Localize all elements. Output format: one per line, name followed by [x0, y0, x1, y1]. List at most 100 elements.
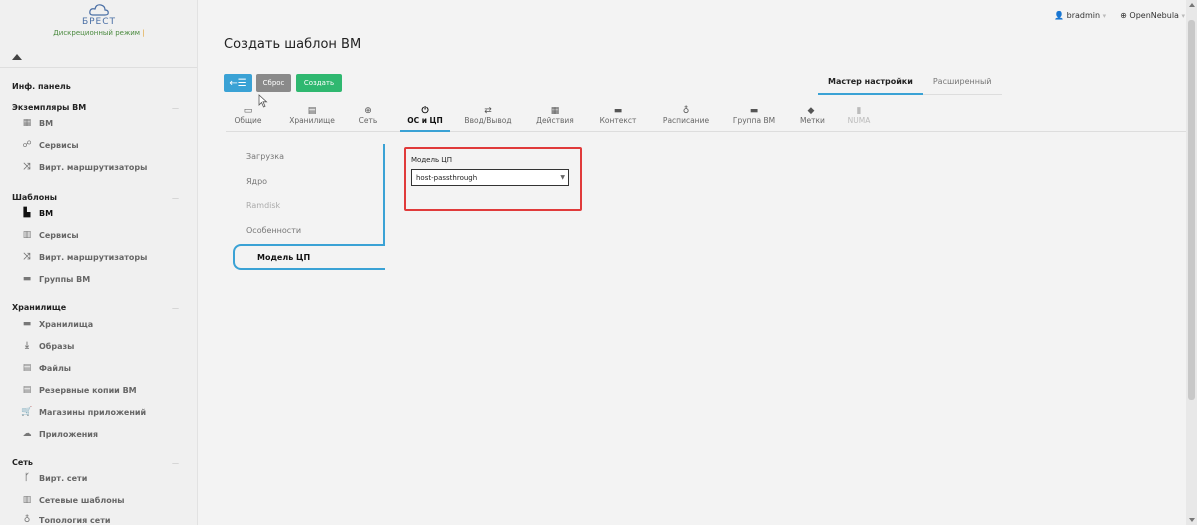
subnav-kernel[interactable]: Ядро: [246, 177, 267, 186]
folder-icon: ▬: [613, 106, 623, 116]
cpu-model-panel: Модель ЦП host-passthrough ▼: [404, 147, 582, 211]
tab-actions[interactable]: ▦ Действия: [534, 106, 576, 132]
chevron-icon[interactable]: —: [172, 104, 179, 112]
tab-tags[interactable]: ◆ Метки: [800, 106, 825, 132]
sidebar-item-vrouters[interactable]: ⤨ Вирт. маршрутизаторы: [21, 159, 147, 175]
chevron-icon[interactable]: —: [172, 459, 179, 467]
folder-icon: ▬: [22, 319, 32, 329]
create-button[interactable]: Создать: [296, 74, 342, 92]
archive-icon: ▤: [22, 385, 32, 395]
user-menu[interactable]: 👤 bradmin ▾: [1054, 11, 1106, 20]
template-tabs: ▭ Общие ▤ Хранилище ⊕ Сеть ⏻ ОС и ЦП ⇄ Ввод/В…: [226, 106, 1186, 132]
tab-storage[interactable]: ▤ Хранилище: [284, 106, 340, 132]
globe-icon: ⊕: [364, 106, 372, 116]
zone-menu[interactable]: ⊕ OpenNebula ▾: [1120, 11, 1185, 20]
sidebar-item-apps[interactable]: ☁ Приложения: [21, 426, 99, 442]
chevron-down-icon: ▼: [560, 174, 565, 181]
tab-general[interactable]: ▭ Общие: [230, 106, 266, 132]
section-templates[interactable]: Шаблоны: [12, 193, 57, 202]
tab-os-cpu[interactable]: ⏻ ОС и ЦП: [400, 106, 450, 132]
sidebar-item-topology[interactable]: ♁ Топология сети: [21, 512, 111, 525]
chevron-down-icon: ▾: [1102, 12, 1107, 20]
sidebar-item-vnets[interactable]: ᚴ Вирт. сети: [21, 470, 87, 486]
tab-context[interactable]: ▬ Контекст: [598, 106, 638, 132]
sidebar-item-vnet-templates[interactable]: ▥ Сетевые шаблоны: [21, 492, 125, 508]
sidebar-item-vm-groups[interactable]: ▬ Группы ВМ: [21, 271, 90, 287]
reset-button[interactable]: Сброс: [256, 74, 291, 92]
sidebar: БРЕСТ Дискреционный режим | Инф. панель …: [0, 0, 198, 525]
os-cpu-subnav: Загрузка Ядро Ramdisk Особенности Модель…: [233, 144, 385, 270]
logo[interactable]: БРЕСТ Дискреционный режим |: [0, 3, 197, 38]
mouse-cursor-icon: [258, 94, 268, 108]
tab-network[interactable]: ⊕ Сеть: [356, 106, 380, 132]
calendar-icon: ▦: [550, 106, 560, 116]
page-title: Создать шаблон ВМ: [224, 37, 362, 52]
cpu-model-label: Модель ЦП: [411, 156, 452, 164]
page-scrollbar[interactable]: [1186, 0, 1197, 525]
copy-icon: ▥: [22, 230, 32, 240]
subnav-ramdisk[interactable]: Ramdisk: [246, 201, 280, 210]
section-storage[interactable]: Хранилище: [12, 303, 66, 312]
security-mode: Дискреционный режим |: [53, 29, 145, 37]
tab-vm-group[interactable]: ▬ Группа ВМ: [732, 106, 776, 132]
section-network[interactable]: Сеть: [12, 458, 33, 467]
cloud-icon: ☁: [22, 429, 32, 439]
globe-icon: ⊕: [1120, 11, 1127, 20]
wizard-mode-toggle: Мастер настройки Расширенный: [818, 75, 1002, 95]
network-icon: ᚴ: [24, 473, 30, 483]
sitemap-icon: ♁: [23, 515, 31, 525]
sidebar-item-vms[interactable]: ▦ ВМ: [21, 115, 53, 131]
folder-icon: ▬: [22, 274, 32, 284]
divider: [0, 67, 197, 68]
sidebar-item-service-templates[interactable]: ▥ Сервисы: [21, 227, 79, 243]
chip-icon: ▮: [856, 106, 862, 116]
grid-icon: ▦: [22, 118, 32, 128]
sidebar-item-services[interactable]: ☍ Сервисы: [21, 137, 78, 153]
sitemap-icon: ♁: [682, 106, 690, 116]
tab-numa[interactable]: ▮ NUMA: [846, 106, 872, 132]
exchange-icon: ⇄: [484, 106, 492, 116]
chevron-down-icon: ▾: [1181, 12, 1185, 20]
archive-icon: ▤: [22, 363, 32, 373]
sidebar-item-datastores[interactable]: ▬ Хранилища: [21, 316, 93, 332]
cart-icon: 🛒: [21, 407, 33, 417]
shuffle-icon: ⤨: [23, 252, 31, 262]
subnav-features[interactable]: Особенности: [246, 226, 301, 235]
subnav-cpu-model[interactable]: Модель ЦП: [233, 244, 385, 270]
wizard-tab[interactable]: Мастер настройки: [818, 75, 923, 95]
sidebar-item-images[interactable]: ⤓ Образы: [21, 338, 74, 354]
scroll-down-icon[interactable]: [1189, 518, 1195, 522]
download-icon: ⤓: [25, 341, 29, 351]
tab-scheduling[interactable]: ♁ Расписание: [660, 106, 712, 132]
sidebar-item-dashboard[interactable]: Инф. панель: [12, 82, 71, 91]
chevron-icon[interactable]: —: [172, 304, 179, 312]
sidebar-item-vrouter-templates[interactable]: ⤨ Вирт. маршрутизаторы: [21, 249, 147, 265]
sidebar-item-files[interactable]: ▤ Файлы: [21, 360, 71, 376]
logo-text: БРЕСТ: [81, 17, 117, 27]
cpu-model-select[interactable]: host-passthrough ▼: [411, 169, 569, 186]
scroll-up-icon[interactable]: [1189, 3, 1195, 7]
back-button[interactable]: ←☰: [224, 74, 252, 92]
services-icon: ☍: [22, 140, 32, 150]
subnav-boot[interactable]: Загрузка: [246, 152, 284, 161]
tag-icon: ◆: [807, 106, 815, 116]
folder-icon: ▬: [749, 106, 759, 116]
scroll-thumb[interactable]: [1188, 20, 1195, 400]
shuffle-icon: ⤨: [23, 162, 31, 172]
tab-io[interactable]: ⇄ Ввод/Вывод: [462, 106, 514, 132]
topbar-right: 👤 bradmin ▾ ⊕ OpenNebula ▾: [1054, 11, 1185, 20]
sidebar-item-backups[interactable]: ▤ Резервные копии ВМ: [21, 382, 137, 398]
chevron-icon[interactable]: —: [172, 194, 179, 202]
section-instances[interactable]: Экземпляры ВМ: [12, 103, 86, 112]
sidebar-item-marketplaces[interactable]: 🛒 Магазины приложений: [21, 404, 146, 420]
advanced-tab[interactable]: Расширенный: [923, 75, 1002, 94]
sidebar-item-vm-templates[interactable]: ▙ ВМ: [21, 205, 54, 221]
file-icon: ▙: [23, 208, 31, 218]
user-icon: 👤: [1054, 11, 1065, 20]
power-icon: ⏻: [421, 106, 429, 116]
collapse-sidebar-icon[interactable]: [12, 54, 22, 60]
cloud-logo-icon: [89, 4, 109, 16]
copy-icon: ▥: [22, 495, 32, 505]
subnav-line: [383, 144, 385, 244]
hdd-icon: ▤: [307, 106, 317, 116]
